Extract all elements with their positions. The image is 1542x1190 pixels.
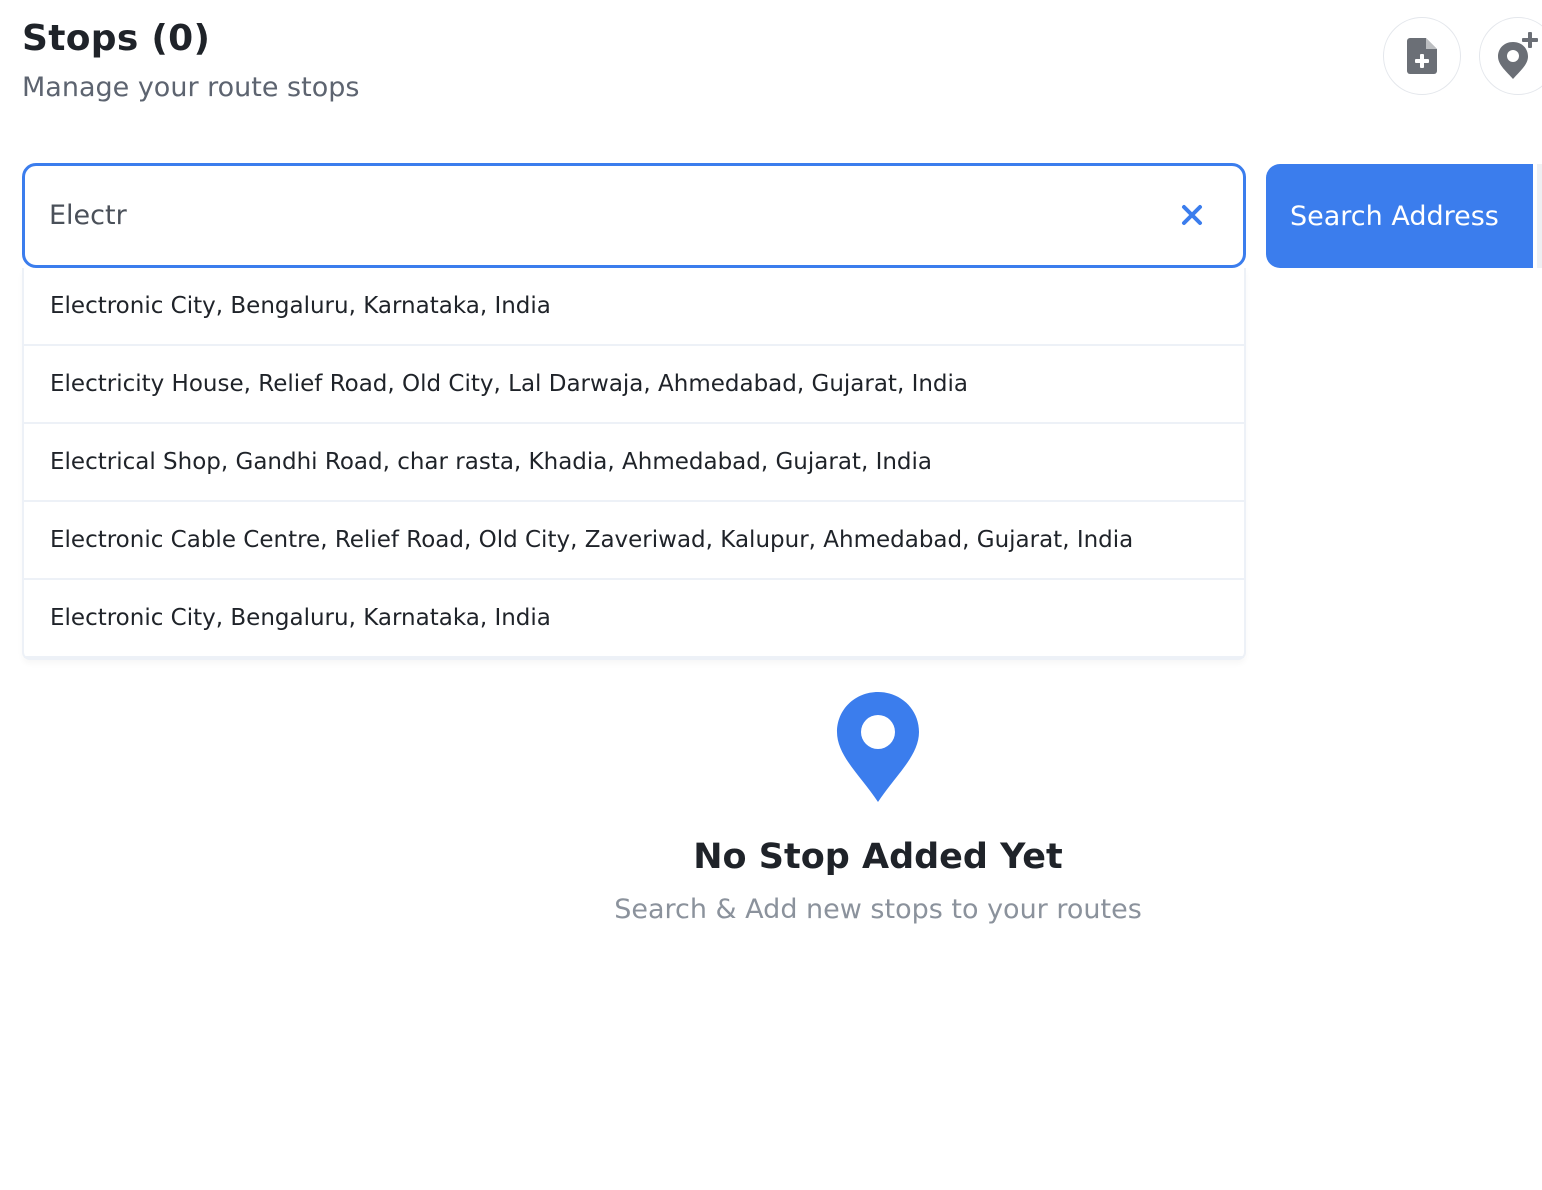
file-plus-icon: [1407, 38, 1437, 74]
page-title: Stops (0): [22, 18, 211, 59]
empty-state: No Stop Added Yet Search & Add new stops…: [556, 690, 1200, 932]
address-search-input[interactable]: [49, 166, 1129, 265]
empty-state-subtitle: Search & Add new stops to your routes: [614, 894, 1142, 925]
pin-plus-icon: [1498, 32, 1538, 79]
suggestion-item[interactable]: Electronic City, Bengaluru, Karnataka, I…: [24, 268, 1244, 346]
map-pin-icon: [837, 692, 919, 802]
close-icon: [1182, 205, 1202, 225]
empty-state-title: No Stop Added Yet: [693, 837, 1063, 877]
button-edge-divider: [1537, 164, 1542, 268]
address-suggestions-dropdown: Electronic City, Bengaluru, Karnataka, I…: [22, 268, 1246, 660]
suggestion-item[interactable]: Electronic City, Bengaluru, Karnataka, I…: [24, 580, 1244, 658]
add-location-button[interactable]: [1479, 17, 1542, 95]
stops-panel: Stops (0) Manage your route stops Search…: [0, 0, 1542, 1190]
import-file-button[interactable]: [1383, 17, 1461, 95]
search-address-button[interactable]: Search Address: [1266, 164, 1533, 268]
suggestion-item[interactable]: Electronic Cable Centre, Relief Road, Ol…: [24, 502, 1244, 580]
clear-search-button[interactable]: [1177, 200, 1207, 230]
suggestion-item[interactable]: Electricity House, Relief Road, Old City…: [24, 346, 1244, 424]
address-search-box: [22, 163, 1246, 268]
page-subtitle: Manage your route stops: [22, 72, 360, 103]
suggestion-item[interactable]: Electrical Shop, Gandhi Road, char rasta…: [24, 424, 1244, 502]
